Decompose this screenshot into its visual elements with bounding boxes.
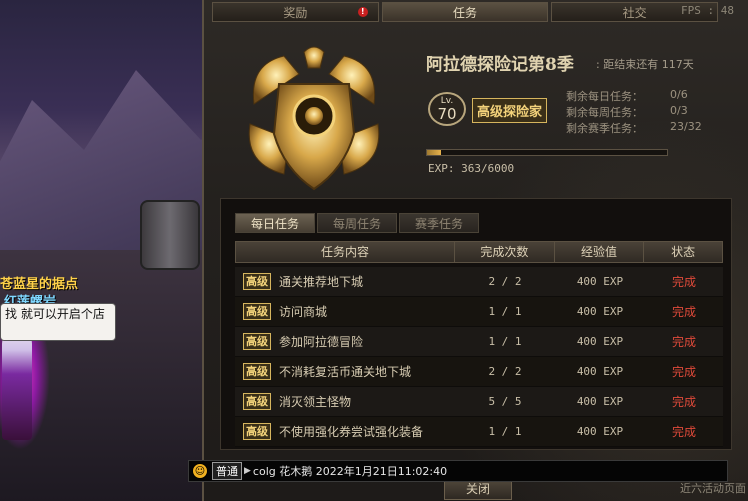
table-row[interactable]: 高级 通关推荐地下城 2 / 2 400 EXP 完成 (235, 267, 723, 297)
tier-badge: 高级 (243, 393, 271, 410)
header-count: 完成次数 (455, 242, 555, 262)
header-exp: 经验值 (555, 242, 645, 262)
stat-label: 剩余每日任务： (566, 90, 643, 103)
quest-exp: 400 EXP (576, 365, 624, 378)
npc-speech-bubble: 找 就可以开启个店 (0, 303, 116, 341)
chat-channel-selector[interactable]: 普通 (212, 462, 242, 480)
table-row[interactable]: 高级 访问商城 1 / 1 400 EXP 完成 (235, 297, 723, 327)
chat-bar[interactable]: ☺ 普通 ▶ colg 花木鹅 2022年1月21日11:02:40 (188, 460, 728, 482)
table-header: 任务内容 完成次数 经验值 状态 (235, 241, 723, 263)
season-countdown: : 距结束还有 117天 (596, 58, 694, 71)
tab-season-quests[interactable]: 赛季任务 (399, 213, 479, 233)
top-tabs: 奖励 ! 任务 社交 (212, 2, 719, 22)
quest-name: 参加阿拉德冒险 (279, 335, 364, 349)
fps-counter: FPS : 48 (681, 4, 734, 17)
quest-cell: 高级 参加阿拉德冒险 (235, 333, 455, 350)
tab-weekly-quests[interactable]: 每周任务 (317, 213, 397, 233)
tier-badge: 高级 (243, 303, 271, 320)
header-quest: 任务内容 (236, 242, 456, 262)
quest-status: 完成 (671, 365, 696, 379)
quest-status: 完成 (671, 335, 696, 349)
quest-count: 2 / 2 (488, 275, 522, 288)
tier-badge: 高级 (243, 333, 271, 350)
event-page-link[interactable]: 近六活动页面 (680, 480, 746, 496)
tab-label: 奖励 (283, 6, 308, 20)
quest-cell: 高级 消灭领主怪物 (235, 393, 455, 410)
alert-icon: ! (357, 7, 368, 17)
quest-tabs: 每日任务 每周任务 赛季任务 (235, 213, 479, 233)
table-row[interactable]: 高级 消灭领主怪物 5 / 5 400 EXP 完成 (235, 387, 723, 417)
npc-location-name[interactable]: 苍蓝星的据点 (0, 273, 78, 292)
tier-badge: 高级 (243, 363, 271, 380)
quest-name: 通关推荐地下城 (279, 275, 364, 289)
quest-cell: 高级 访问商城 (235, 303, 455, 320)
season-title: 阿拉德探险记第8季 (426, 55, 574, 75)
stat-label: 剩余赛季任务： (566, 122, 643, 135)
rank-title: 高级探险家 (472, 98, 548, 123)
stat-weekly: 剩余每周任务： 0/3 (566, 104, 688, 120)
tier-badge: 高级 (243, 273, 271, 290)
quest-count: 2 / 2 (488, 365, 522, 378)
stat-daily: 剩余每日任务： 0/6 (566, 88, 688, 104)
tab-quests[interactable]: 任务 (381, 2, 549, 22)
tab-label: 任务 (453, 6, 478, 20)
quest-name: 不使用强化券尝试强化装备 (279, 425, 424, 439)
quest-exp: 400 EXP (576, 275, 624, 288)
chat-input[interactable]: colg 花木鹅 2022年1月21日11:02:40 (253, 463, 447, 479)
level-value: 70 (437, 105, 457, 123)
table-row[interactable]: 高级 不消耗复活币通关地下城 2 / 2 400 EXP 完成 (235, 357, 723, 387)
table-row[interactable]: 高级 不使用强化券尝试强化装备 1 / 1 400 EXP 完成 (235, 417, 723, 447)
quest-status: 完成 (671, 395, 696, 409)
table-row[interactable]: 高级 参加阿拉德冒险 1 / 1 400 EXP 完成 (235, 327, 723, 357)
exp-progress-bar (426, 149, 668, 156)
quest-exp: 400 EXP (576, 395, 624, 408)
quest-cell: 高级 不消耗复活币通关地下城 (235, 363, 455, 380)
player-character[interactable] (2, 330, 32, 440)
quest-status: 完成 (671, 275, 696, 289)
quest-name: 消灭领主怪物 (279, 395, 352, 409)
exp-progress-fill (427, 150, 442, 155)
quest-exp: 400 EXP (576, 305, 624, 318)
exp-text: EXP: 363/6000 (428, 162, 515, 175)
quest-count: 1 / 1 (488, 335, 522, 348)
tier-badge: 高级 (243, 423, 271, 440)
quest-status: 完成 (671, 305, 696, 319)
header-status: 状态 (671, 245, 696, 259)
stat-value: 0/3 (670, 104, 688, 117)
quest-cell: 高级 不使用强化券尝试强化装备 (235, 423, 455, 440)
level-badge: Lv. 70 (428, 92, 466, 126)
barrel-prop (140, 200, 200, 270)
tab-daily-quests[interactable]: 每日任务 (235, 213, 315, 233)
play-arrow-icon: ▶ (244, 466, 251, 476)
quest-count: 1 / 1 (488, 425, 522, 438)
stat-season: 剩余赛季任务： 23/32 (566, 120, 702, 136)
quest-exp: 400 EXP (576, 425, 624, 438)
quest-count: 5 / 5 (488, 395, 522, 408)
quest-list: 高级 通关推荐地下城 2 / 2 400 EXP 完成 高级 访问商城 1 / 1 … (235, 267, 723, 447)
quest-count: 1 / 1 (488, 305, 522, 318)
stat-label: 剩余每周任务： (566, 106, 643, 119)
quest-cell: 高级 通关推荐地下城 (235, 273, 455, 290)
game-scene: 苍蓝星的据点 红莲螺岩 找 就可以开启个店 (0, 0, 210, 501)
stat-value: 0/6 (670, 88, 688, 101)
stat-value: 23/32 (670, 120, 702, 133)
tab-rewards[interactable]: 奖励 ! (212, 2, 379, 22)
chat-emoji-icon[interactable]: ☺ (192, 463, 208, 479)
quest-name: 访问商城 (279, 305, 328, 319)
adventure-panel: 奖励 ! 任务 社交 FPS : 48 阿拉德探险记第8季 : 距结束还有 11… (202, 0, 748, 501)
quest-name: 不消耗复活币通关地下城 (279, 365, 412, 379)
quest-panel: 每日任务 每周任务 赛季任务 任务内容 完成次数 经验值 状态 高级 通关推荐地下… (220, 198, 732, 450)
quest-exp: 400 EXP (576, 335, 624, 348)
tab-label: 社交 (622, 6, 647, 20)
quest-status: 完成 (671, 425, 696, 439)
season-emblem-icon (248, 46, 380, 191)
